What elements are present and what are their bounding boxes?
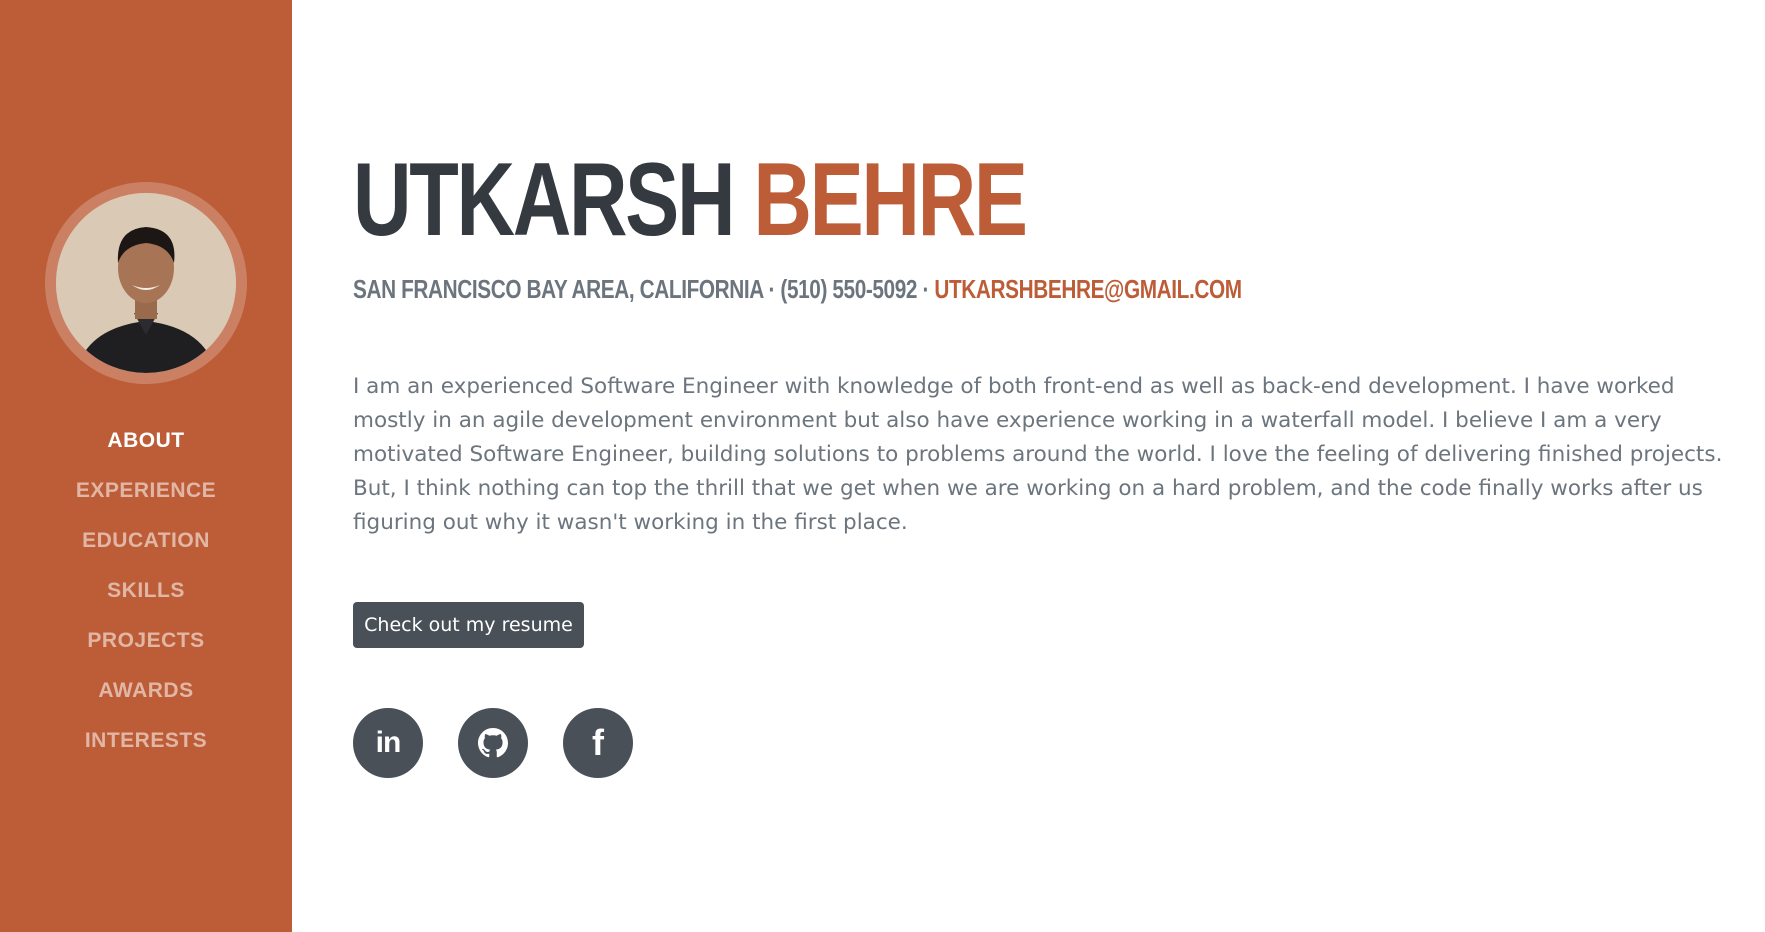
resume-button[interactable]: Check out my resume [353,602,584,648]
separator: · [917,274,935,304]
page-title: UTKARSH BEHRE [353,140,1028,260]
social-icons: in f [353,708,633,778]
phone: (510) 550-5092 [780,274,918,304]
facebook-button[interactable]: f [563,708,633,778]
profile-photo [56,193,236,373]
separator: · [763,274,781,304]
first-name: UTKARSH [353,142,736,258]
location: SAN FRANCISCO BAY AREA, CALIFORNIA [353,274,764,304]
facebook-icon: f [592,722,604,763]
bio-paragraph: I am an experienced Software Engineer wi… [353,374,1723,535]
nav-item-experience[interactable]: EXPERIENCE [76,466,216,516]
avatar-ring [45,182,247,384]
nav-item-projects[interactable]: PROJECTS [87,616,204,666]
nav-item-skills[interactable]: SKILLS [107,566,185,616]
nav-item-awards[interactable]: AWARDS [98,666,193,716]
email-link[interactable]: UTKARSHBEHRE@GMAIL.COM [934,274,1242,304]
linkedin-button[interactable]: in [353,708,423,778]
last-name: BEHRE [753,142,1028,258]
linkedin-icon: in [375,726,402,759]
main-content: UTKARSH BEHRE SAN FRANCISCO BAY AREA, CA… [353,0,1765,932]
nav-item-interests[interactable]: INTERESTS [85,716,207,766]
github-icon [478,728,508,758]
avatar [56,193,236,373]
nav-item-about[interactable]: ABOUT [107,416,184,466]
contact-line: SAN FRANCISCO BAY AREA, CALIFORNIA · (51… [353,272,1242,306]
sidebar-nav: ABOUT EXPERIENCE EDUCATION SKILLS PROJEC… [76,416,216,766]
github-button[interactable] [458,708,528,778]
nav-item-education[interactable]: EDUCATION [82,516,210,566]
sidebar: ABOUT EXPERIENCE EDUCATION SKILLS PROJEC… [0,0,292,932]
